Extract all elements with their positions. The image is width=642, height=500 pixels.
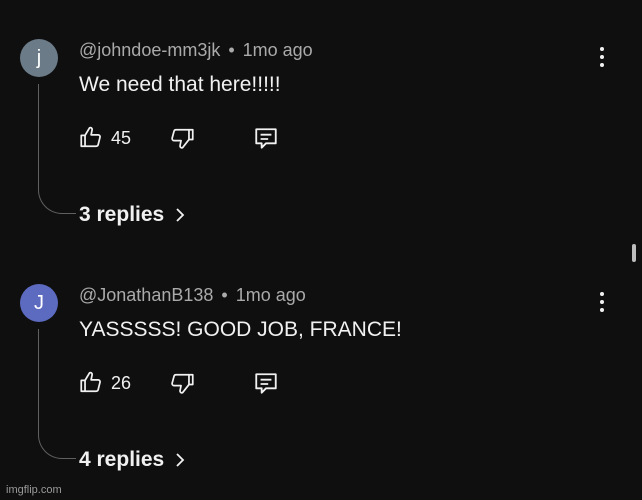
meta-separator: • — [221, 285, 228, 305]
scrollbar[interactable] — [632, 244, 636, 262]
watermark: imgflip.com — [6, 484, 62, 496]
thumbs-up-icon[interactable] — [78, 124, 104, 150]
comment-time: 1mo ago — [242, 40, 313, 60]
reply-comment-icon[interactable] — [253, 126, 279, 152]
comment-meta: @johndoe-mm3jk • 1mo ago — [79, 40, 313, 61]
comment: J @JonathanB138 • 1mo ago YASSSSS! GOOD JO… — [0, 245, 642, 490]
thread-line — [38, 84, 76, 214]
thumbs-up-icon[interactable] — [78, 369, 104, 395]
comment: j @johndoe-mm3jk • 1mo ago We need that he… — [0, 0, 642, 245]
author-handle[interactable]: @johndoe-mm3jk — [79, 40, 220, 60]
comment-actions: 26 — [78, 369, 298, 397]
more-vertical-icon[interactable] — [590, 289, 614, 315]
chevron-right-icon — [176, 208, 185, 222]
view-replies-button[interactable]: 4 replies — [79, 448, 186, 472]
reply-comment-icon[interactable] — [253, 371, 279, 397]
thumbs-down-icon[interactable] — [170, 371, 196, 397]
replies-label: 3 replies — [79, 203, 165, 226]
comment-text: YASSSSS! GOOD JOB, FRANCE! — [79, 318, 402, 341]
meta-separator: • — [228, 40, 235, 60]
comment-text: We need that here!!!!! — [79, 73, 281, 96]
thumbs-down-icon[interactable] — [170, 126, 196, 152]
comment-actions: 45 — [78, 124, 298, 152]
avatar[interactable]: j — [20, 39, 58, 77]
comment-time: 1mo ago — [235, 285, 306, 305]
like-count: 45 — [111, 128, 132, 148]
more-vertical-icon[interactable] — [590, 44, 614, 70]
replies-label: 4 replies — [79, 448, 165, 471]
like-count: 26 — [111, 373, 132, 393]
view-replies-button[interactable]: 3 replies — [79, 203, 186, 227]
thread-line — [38, 329, 76, 459]
chevron-right-icon — [176, 453, 185, 467]
author-handle[interactable]: @JonathanB138 — [79, 285, 213, 305]
comment-meta: @JonathanB138 • 1mo ago — [79, 285, 306, 306]
avatar[interactable]: J — [20, 284, 58, 322]
